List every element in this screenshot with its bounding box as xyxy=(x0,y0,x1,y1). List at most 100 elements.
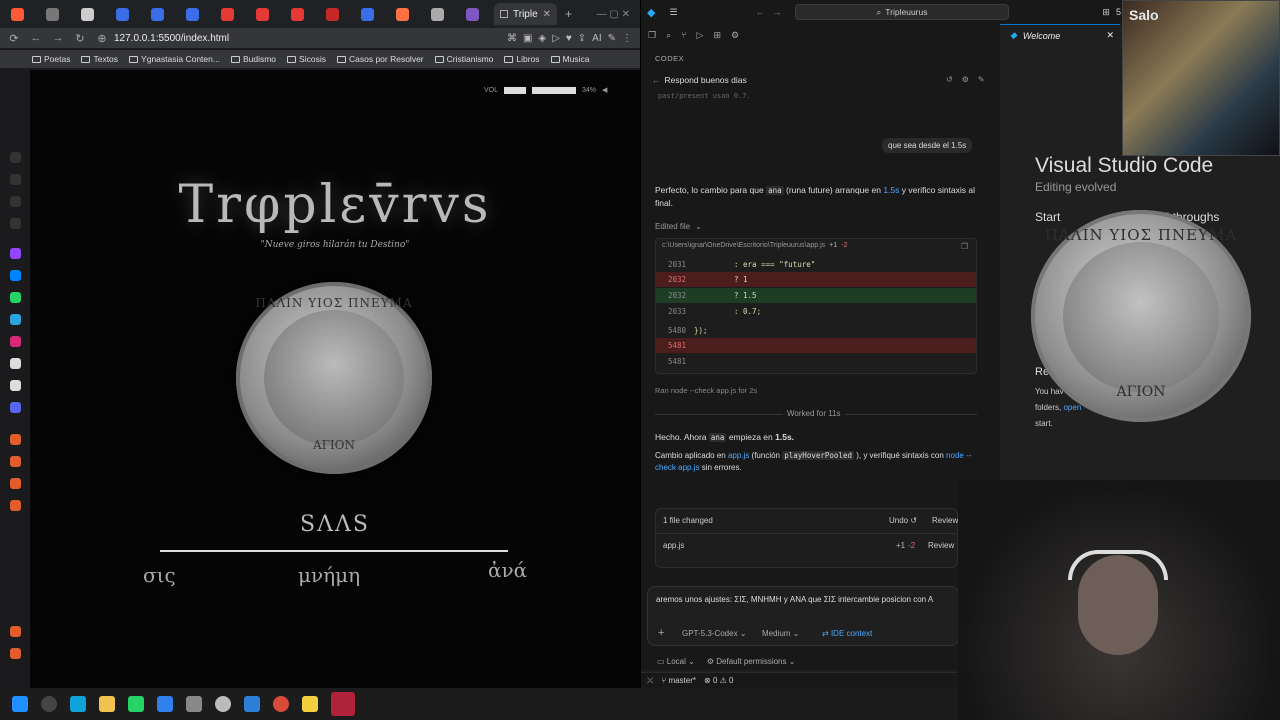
volume-control[interactable]: VOL 34% ◀ xyxy=(484,86,607,94)
instagram-icon[interactable] xyxy=(10,336,21,347)
coin-image[interactable]: ΠΑΛΙΝ ΥΙΟΣ ΠΝΕΥΜΑ ΑΓΙΟΝ xyxy=(236,282,432,474)
app-icon[interactable] xyxy=(186,696,202,712)
sticky-notes-icon[interactable] xyxy=(302,696,318,712)
file-name[interactable]: app.js xyxy=(663,541,684,550)
whatsapp-icon[interactable] xyxy=(10,292,21,303)
refresh-icon[interactable]: ↻ xyxy=(72,32,88,45)
word-mneme[interactable]: μνήμη xyxy=(298,563,360,587)
extension-icons[interactable]: ⌘ ▣ ◈ ▷ ♥ ⇪ AI ✎ ⋮ xyxy=(507,33,632,44)
file-review-button[interactable]: Review xyxy=(928,541,954,550)
puzzle-icon[interactable]: ⌘ xyxy=(507,33,517,44)
sidebar-icon[interactable] xyxy=(10,196,21,207)
undo-button[interactable]: Undo ↺ xyxy=(889,516,917,525)
codex-icon[interactable]: ⚙ xyxy=(731,30,739,41)
extensions-icon[interactable]: ⊞ xyxy=(713,30,721,41)
back-icon[interactable]: ← xyxy=(28,32,44,44)
link[interactable]: app.js xyxy=(728,451,749,460)
saas-heading[interactable]: SΛΛS xyxy=(30,512,640,537)
back-icon[interactable]: ← xyxy=(756,7,765,17)
settings-icon[interactable]: ⚙ xyxy=(962,75,969,84)
command-search[interactable]: ⌕ Tripleuurus xyxy=(795,4,1009,20)
shield-icon[interactable]: ◈ xyxy=(538,33,546,44)
play-icon[interactable]: ▷ xyxy=(552,33,560,44)
sidebar-icon[interactable] xyxy=(10,626,21,637)
copy-icon[interactable]: ❐ xyxy=(961,242,968,251)
speaker-icon[interactable]: ◀ xyxy=(602,86,607,94)
tab-favicon[interactable] xyxy=(116,7,129,21)
tab-favicon[interactable] xyxy=(326,7,339,21)
sidebar-icon[interactable] xyxy=(10,218,21,229)
tab-favicon[interactable] xyxy=(151,7,164,21)
tab-active[interactable]: Triple ✕ xyxy=(494,3,558,25)
edited-file-toggle[interactable]: Edited file ⌄ xyxy=(655,222,702,231)
url-input[interactable]: 127.0.0.1:5500/index.html xyxy=(114,33,229,44)
copilot-icon[interactable]: ⊞ xyxy=(1102,7,1110,18)
edge-icon[interactable] xyxy=(70,696,86,712)
share-icon[interactable]: ⇪ xyxy=(578,33,586,44)
tiktok-icon[interactable] xyxy=(10,358,21,369)
app-icon[interactable] xyxy=(331,692,355,716)
tab-favicon[interactable] xyxy=(291,7,304,21)
bookmark-item[interactable]: Budismo xyxy=(230,54,276,64)
x-icon[interactable] xyxy=(10,380,21,391)
history-icon[interactable]: ↺ xyxy=(946,75,953,84)
whatsapp-icon[interactable] xyxy=(128,696,144,712)
bookmark-item[interactable]: Ygnastasia Conten... xyxy=(129,54,220,64)
composer[interactable]: aremos unos ajustes: ΣΙΣ, ΜΝΗΜΗ y ΑΝΑ qu… xyxy=(647,586,959,646)
thread-header[interactable]: ← Respond buenos dias xyxy=(652,75,747,85)
effort-select[interactable]: Medium ⌄ xyxy=(762,629,799,638)
sidebar-icon[interactable] xyxy=(10,456,21,467)
chrome-icon[interactable] xyxy=(273,696,289,712)
tab-favicon[interactable] xyxy=(466,7,479,21)
pen-icon[interactable]: ✎ xyxy=(608,33,616,44)
bookmark-item[interactable]: Casos por Resolver xyxy=(336,54,424,64)
new-chat-icon[interactable]: ✎ xyxy=(978,75,985,84)
remote-icon[interactable]: ⤫ xyxy=(647,676,653,686)
problems-item[interactable]: ⊗ 0 ⚠ 0 xyxy=(704,676,733,685)
review-button[interactable]: Review xyxy=(932,516,958,525)
branch-item[interactable]: ⑂ master* xyxy=(661,676,696,685)
sidebar-icon[interactable] xyxy=(10,478,21,489)
bookmark-item[interactable]: Musica xyxy=(550,54,589,64)
add-icon[interactable]: + xyxy=(658,627,664,639)
tab-favicon[interactable] xyxy=(431,7,444,21)
word-sis[interactable]: σις xyxy=(143,563,176,587)
screenshot-icon[interactable]: ▣ xyxy=(523,33,532,44)
close-icon[interactable]: ✕ xyxy=(543,9,551,20)
link[interactable]: 1.5s xyxy=(883,185,899,195)
diff-path[interactable]: c:\Users\ignar\OneDrive\Escritorio\Tripl… xyxy=(662,242,825,249)
search-icon[interactable]: ⌕ xyxy=(666,30,671,41)
settings-icon[interactable] xyxy=(10,500,21,511)
bookmark-item[interactable]: Cristianismo xyxy=(434,54,493,64)
sidebar-icon[interactable] xyxy=(10,648,21,659)
files-icon[interactable]: ❐ xyxy=(648,30,656,41)
tab-welcome[interactable]: ◆ Welcome ✕ xyxy=(1000,24,1120,46)
moon-icon[interactable] xyxy=(10,152,21,163)
tab-favicon[interactable] xyxy=(221,7,234,21)
tab-favicon[interactable] xyxy=(256,7,269,21)
permissions-select[interactable]: ⚙ Default permissions ⌄ xyxy=(707,657,796,666)
tab-favicon[interactable] xyxy=(186,7,199,21)
messenger-icon[interactable] xyxy=(10,270,21,281)
heart-icon[interactable]: ♥ xyxy=(566,33,572,44)
tab-favicon[interactable] xyxy=(46,7,59,21)
model-select[interactable]: GPT-5.3-Codex ⌄ xyxy=(682,629,747,638)
search-icon[interactable] xyxy=(41,696,57,712)
tab-favicon[interactable] xyxy=(396,7,409,21)
app-icon[interactable] xyxy=(157,696,173,712)
bookmark-item[interactable]: Poetas xyxy=(32,54,70,64)
reload-icon[interactable]: ⟳ xyxy=(6,32,22,45)
telegram-icon[interactable] xyxy=(10,314,21,325)
word-ana[interactable]: ἀνά xyxy=(488,558,527,582)
composer-input[interactable]: aremos unos ajustes: ΣΙΣ, ΜΝΗΜΗ y ΑΝΑ qu… xyxy=(656,595,956,604)
run-icon[interactable]: ▷ xyxy=(697,30,704,41)
menu-icon[interactable]: ⋮ xyxy=(622,33,632,44)
window-controls[interactable]: — ▢ ✕ xyxy=(597,9,630,20)
volume-slider[interactable] xyxy=(532,86,577,94)
close-icon[interactable]: ✕ xyxy=(1106,30,1114,41)
tab-favicon[interactable] xyxy=(361,7,374,21)
volume-track[interactable] xyxy=(504,86,527,94)
bookmark-item[interactable]: Textos xyxy=(81,54,118,64)
chatgpt-icon[interactable] xyxy=(215,696,231,712)
folder-icon[interactable] xyxy=(99,696,115,712)
